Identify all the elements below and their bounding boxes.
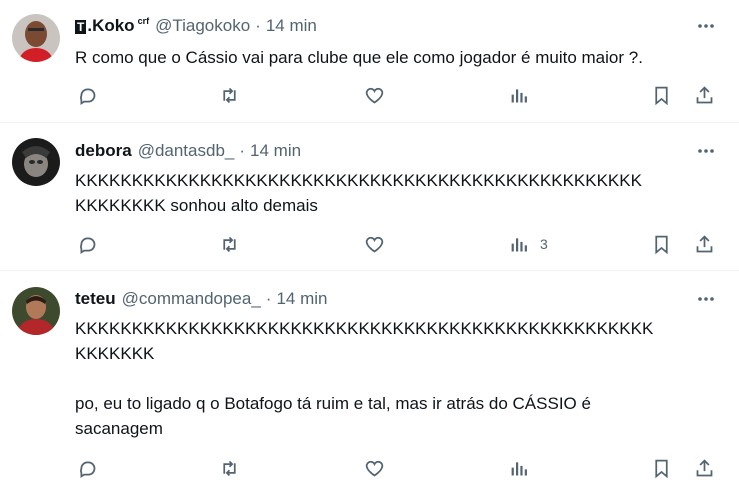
reply-icon [80,88,96,105]
retweet-icon [223,87,236,103]
action-bar [0,456,739,480]
bookmark-icon [655,235,668,254]
bookmark-button[interactable] [651,456,672,480]
retweet-icon [223,460,236,476]
share-button[interactable] [694,456,715,480]
retweet-button[interactable] [219,232,240,256]
tweet-text: KKKKKKKKKKKKKKKKKKKKKKKKKKKKKKKKKKKKKKKK… [75,319,654,438]
like-button[interactable] [364,83,385,107]
more-icon[interactable] [695,140,717,162]
avatar[interactable] [12,287,60,335]
reply-button[interactable] [77,232,98,256]
retweet-icon [223,236,236,252]
name-badge: crf [137,16,150,27]
more-icon[interactable] [695,15,717,37]
display-name[interactable]: debora [75,141,132,161]
views-icon [511,237,527,251]
views-button[interactable] [509,456,540,480]
avatar[interactable] [12,138,60,186]
like-button[interactable] [364,456,385,480]
share-icon [696,458,713,476]
separator-dot: · [265,289,272,308]
retweet-button[interactable] [219,83,240,107]
timestamp[interactable]: 14 min [266,16,317,36]
views-button[interactable] [509,83,540,107]
like-icon [365,87,384,104]
bookmark-icon [655,86,668,105]
bookmark-button[interactable] [651,232,672,256]
bookmark-icon [655,459,668,478]
action-bar: 3 [0,232,739,256]
tweet[interactable]: T .Koko crf @Tiagokoko · 14 min R como que… [0,0,739,123]
timestamp[interactable]: 14 min [276,289,327,309]
more-icon[interactable] [695,288,717,310]
reply-icon [80,461,96,478]
like-button[interactable] [364,232,385,256]
share-icon [696,234,713,252]
bookmark-button[interactable] [651,83,672,107]
display-name[interactable]: T .Koko crf [75,16,149,36]
timestamp[interactable]: 14 min [250,141,301,161]
reply-button[interactable] [77,456,98,480]
retweet-button[interactable] [219,456,240,480]
tweet[interactable]: debora @dantasdb_ · 14 min KKKKKKKKKKKKK… [0,123,739,271]
share-button[interactable] [694,83,715,107]
like-icon [365,460,384,477]
view-count: 3 [540,236,548,252]
reply-button[interactable] [77,83,98,107]
tweet-text: KKKKKKKKKKKKKKKKKKKKKKKKKKKKKKKKKKKKKKKK… [75,171,642,215]
action-bar [0,83,739,107]
share-icon [696,85,713,103]
separator-dot: · [239,141,246,160]
user-handle[interactable]: @dantasdb_ [138,141,235,161]
share-button[interactable] [694,232,715,256]
display-name[interactable]: teteu [75,289,116,309]
views-button[interactable]: 3 [509,232,548,256]
user-handle[interactable]: @commandopea_ [122,289,261,309]
user-handle[interactable]: @Tiagokoko [155,16,250,36]
views-icon [511,461,527,475]
like-icon [365,236,384,253]
views-icon [511,88,527,102]
name-logo: T [75,20,87,34]
tweet[interactable]: teteu @commandopea_ · 14 min KKKKKKKKKKK… [0,271,739,495]
tweet-text: R como que o Cássio vai para clube que e… [75,48,643,67]
avatar[interactable] [12,14,60,62]
separator-dot: · [255,16,261,35]
reply-icon [80,237,96,254]
